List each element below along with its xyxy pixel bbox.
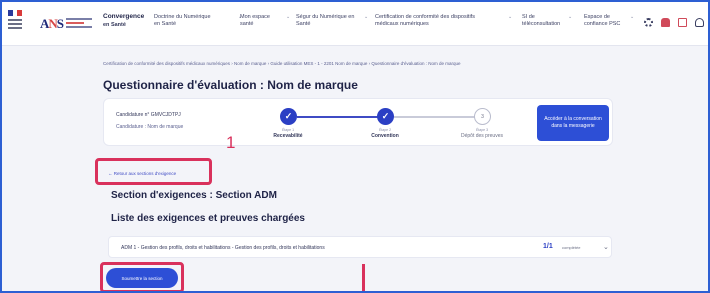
back-to-sections-link[interactable]: ← Retour aux sections d'exigence bbox=[108, 171, 176, 176]
annotation-number: 1 bbox=[226, 133, 236, 152]
nav-item-certification[interactable]: Certification de conformité des disposit… bbox=[375, 14, 512, 28]
republique-francaise-logo[interactable] bbox=[8, 10, 23, 36]
user-icon[interactable] bbox=[695, 18, 704, 27]
page-title: Questionnaire d'évaluation : Nom de marq… bbox=[103, 78, 358, 92]
step-label-recevabilite: Recevabilité bbox=[273, 133, 303, 139]
step-number: Étape 1 bbox=[281, 128, 295, 132]
chevron-down-icon: ⌄ bbox=[508, 14, 513, 20]
chevron-down-icon: ⌄ bbox=[286, 14, 291, 20]
step-done-icon: ✓ bbox=[280, 108, 297, 125]
nav-item-doctrine[interactable]: Doctrine du Numérique en Santé ⌄ bbox=[154, 14, 242, 28]
chevron-down-icon: ⌄ bbox=[568, 14, 573, 20]
step-label-depot: Dépôt des preuves bbox=[461, 133, 503, 139]
requirement-text: ADM 1 - Gestion des profils, droits et h… bbox=[121, 245, 325, 251]
chevron-down-icon: ⌄ bbox=[630, 14, 635, 20]
step-connector bbox=[297, 116, 379, 118]
nav-item-psc[interactable]: Espace de confiance PSC ⌄ bbox=[584, 14, 634, 28]
messaging-button[interactable]: Accéder à la conversation dans la messag… bbox=[537, 105, 609, 141]
nav-item-teleconsultation[interactable]: SI de téléconsultation ⌄ bbox=[522, 14, 572, 28]
chevron-down-icon[interactable]: ⌄ bbox=[603, 243, 609, 251]
step-done-icon: ✓ bbox=[377, 108, 394, 125]
breadcrumb[interactable]: Certification de conformité des disposit… bbox=[103, 61, 461, 66]
nav-item-segur[interactable]: Ségur du Numérique en Santé ⌄ bbox=[296, 14, 368, 28]
requirement-status: complétée bbox=[562, 245, 581, 250]
requirement-row[interactable]: ADM 1 - Gestion des profils, droits et h… bbox=[108, 236, 612, 258]
gear-icon[interactable] bbox=[644, 18, 653, 27]
nav-item-mon-espace-sante[interactable]: Mon espace santé ⌄ bbox=[240, 14, 290, 28]
step-pending-icon: 3 bbox=[474, 108, 491, 125]
progress-card: Candidature n° GMVCJDTPJ Candidature : N… bbox=[103, 98, 613, 146]
list-title: Liste des exigences et preuves chargées bbox=[111, 213, 305, 224]
site-header: ANS Convergence en Santé Doctrine du Num… bbox=[0, 0, 710, 46]
step-label-convention: Convention bbox=[371, 133, 399, 139]
brand-title[interactable]: Convergence en Santé bbox=[103, 13, 144, 29]
bell-icon[interactable] bbox=[661, 18, 670, 27]
requirement-count: 1/1 bbox=[543, 243, 553, 250]
step-number: Étape 3 bbox=[475, 128, 489, 132]
mail-icon[interactable] bbox=[678, 18, 687, 27]
step-number: Étape 2 bbox=[378, 128, 392, 132]
section-title: Section d'exigences : Section ADM bbox=[111, 190, 277, 201]
chevron-down-icon: ⌄ bbox=[364, 14, 369, 20]
candidature-number: Candidature n° GMVCJDTPJ bbox=[116, 112, 181, 118]
submit-section-button[interactable]: Soumettre la section bbox=[106, 268, 178, 288]
ans-logo[interactable]: ANS bbox=[40, 16, 93, 32]
candidature-name: Candidature : Nom de marque bbox=[116, 124, 184, 130]
annotation-marker bbox=[362, 264, 365, 293]
step-connector bbox=[394, 116, 478, 118]
